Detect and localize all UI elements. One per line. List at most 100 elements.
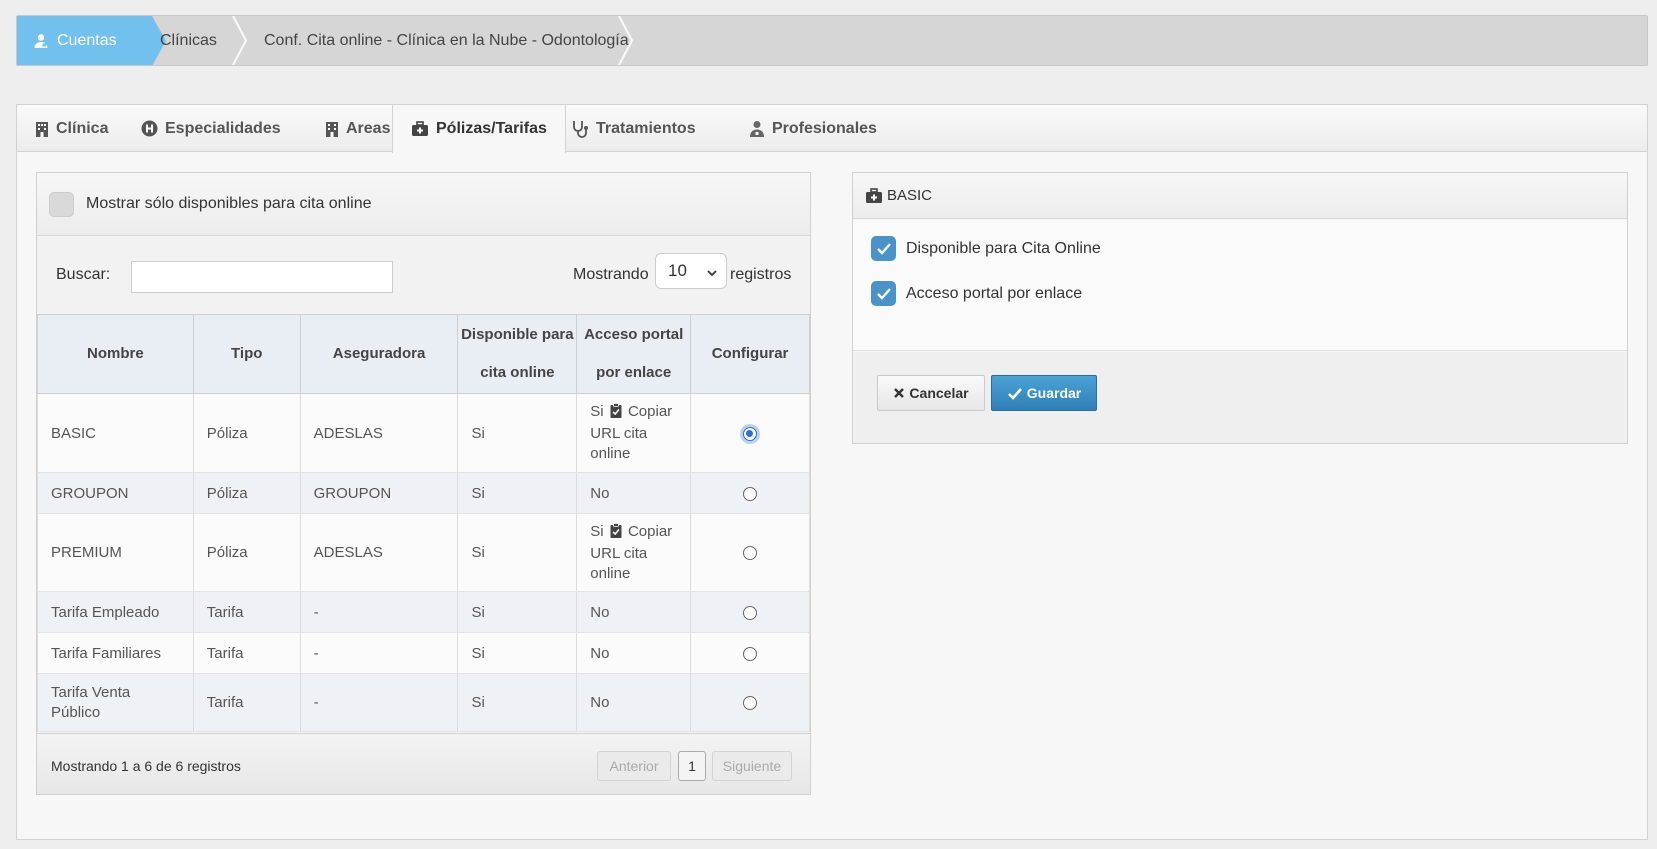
tab-label: Clínica: [56, 119, 109, 137]
cell-configurar: [690, 513, 810, 592]
table-row[interactable]: Tarifa Venta Público Tarifa - Si No: [37, 673, 810, 732]
table-footer: Mostrando 1 a 6 de 6 registros Anterior …: [37, 733, 810, 794]
online-only-checkbox[interactable]: [49, 191, 74, 217]
column-header-aseguradora[interactable]: Aseguradora: [299, 314, 459, 394]
pagination-prev-button[interactable]: Anterior: [597, 751, 671, 781]
cell-acceso: No: [576, 632, 692, 674]
check-icon: [1007, 387, 1023, 400]
available-online-checkbox[interactable]: [871, 236, 896, 261]
cancel-label: Cancelar: [909, 385, 969, 401]
cell-configurar: [690, 591, 810, 633]
configure-radio[interactable]: [743, 486, 758, 501]
cell-configurar: [690, 393, 810, 473]
column-header-nombre[interactable]: Nombre: [37, 314, 194, 394]
cell-tipo: Póliza: [192, 513, 301, 592]
cell-disponible: Si: [457, 513, 578, 592]
tab-profesionales[interactable]: Profesionales: [731, 105, 895, 152]
cell-nombre: GROUPON: [37, 472, 194, 514]
online-only-label: Mostrar sólo disponibles para cita onlin…: [86, 195, 372, 212]
pagination-next-button[interactable]: Siguiente: [712, 751, 792, 781]
search-label: Buscar:: [56, 266, 111, 283]
cell-aseguradora: -: [299, 632, 459, 674]
acceso-value: Si: [590, 522, 604, 540]
cell-aseguradora: -: [299, 673, 459, 732]
tab-bar: Clínica Especialidades Areas Pólizas/Tar…: [17, 105, 1647, 153]
breadcrumb-item-cuentas[interactable]: Cuentas: [17, 16, 152, 65]
cell-disponible: Si: [457, 472, 578, 514]
cell-nombre: Tarifa Familiares: [37, 632, 194, 674]
table-row[interactable]: BASIC Póliza ADESLAS Si Si Copiar URL ci…: [37, 393, 810, 473]
portal-access-checkbox[interactable]: [871, 281, 896, 306]
detail-body: Disponible para Cita Online Acceso porta…: [853, 220, 1627, 351]
save-button[interactable]: Guardar: [991, 375, 1097, 411]
cell-tipo: Póliza: [192, 393, 301, 473]
tab-especialidades[interactable]: Especialidades: [123, 105, 299, 152]
check-icon: [876, 242, 891, 255]
acceso-value: Si: [590, 403, 604, 420]
records-info: Mostrando 1 a 6 de 6 registros: [51, 758, 241, 774]
cell-acceso: Si Copiar URL cita online: [576, 513, 692, 592]
cell-tipo: Póliza: [192, 472, 301, 514]
cell-configurar: [690, 472, 810, 514]
breadcrumb-label: Cuentas: [57, 31, 117, 49]
breadcrumb: Cuentas Clínicas Conf. Cita online - Clí…: [16, 15, 1648, 66]
filter-bar: Mostrar sólo disponibles para cita onlin…: [37, 173, 810, 236]
chevron-down-icon: [706, 264, 718, 284]
cancel-button[interactable]: Cancelar: [877, 375, 985, 411]
stethoscope-icon: [571, 120, 589, 138]
configure-radio[interactable]: [743, 605, 758, 620]
column-header-tipo[interactable]: Tipo: [192, 314, 301, 394]
cell-configurar: [690, 673, 810, 732]
tab-tratamientos[interactable]: Tratamientos: [553, 105, 714, 152]
breadcrumb-label: Clínicas: [160, 31, 217, 49]
portal-access-row: Acceso portal por enlace: [871, 281, 1082, 306]
breadcrumb-separator: [618, 16, 634, 65]
page-size-label: Mostrando: [573, 266, 649, 283]
tab-label: Especialidades: [165, 119, 281, 137]
available-online-label: Disponible para Cita Online: [906, 239, 1101, 257]
clipboard-check-icon[interactable]: [610, 403, 622, 424]
polizas-list-panel: Mostrar sólo disponibles para cita onlin…: [36, 172, 811, 795]
cell-configurar: [690, 632, 810, 674]
column-header-disponible[interactable]: Disponible para cita online: [457, 314, 578, 394]
building-icon: [35, 121, 49, 137]
table-row[interactable]: Tarifa Empleado Tarifa - Si No: [37, 591, 810, 633]
configure-radio[interactable]: [743, 426, 758, 441]
tab-polizas-tarifas[interactable]: Pólizas/Tarifas: [392, 105, 566, 153]
medical-kit-icon: [865, 187, 883, 204]
search-input[interactable]: [131, 261, 393, 293]
table-row[interactable]: Tarifa Familiares Tarifa - Si No: [37, 632, 810, 674]
cell-nombre: Tarifa Empleado: [37, 591, 194, 633]
breadcrumb-label: Conf. Cita online - Clínica en la Nube -…: [264, 31, 629, 49]
detail-actions: Cancelar Guardar: [853, 352, 1627, 443]
configure-radio[interactable]: [743, 696, 758, 711]
poliza-detail-panel: BASIC Disponible para Cita Online Acceso…: [852, 172, 1628, 444]
tab-label: Tratamientos: [596, 119, 696, 137]
page-size-value: 10: [668, 261, 687, 280]
cell-nombre: Tarifa Venta Público: [37, 673, 194, 732]
cell-nombre: PREMIUM: [37, 513, 194, 592]
configure-radio[interactable]: [743, 646, 758, 661]
cell-acceso: No: [576, 591, 692, 633]
user-icon: [33, 33, 49, 49]
cell-tipo: Tarifa: [192, 673, 301, 732]
table-row[interactable]: PREMIUM Póliza ADESLAS Si Si Copiar URL …: [37, 513, 810, 592]
tab-clinica[interactable]: Clínica: [17, 105, 126, 152]
cell-aseguradora: ADESLAS: [299, 393, 459, 473]
table-row[interactable]: GROUPON Póliza GROUPON Si No: [37, 472, 810, 514]
column-header-acceso[interactable]: Acceso portal por enlace: [576, 314, 692, 394]
breadcrumb-item-clinicas[interactable]: Clínicas: [144, 16, 217, 65]
portal-access-label: Acceso portal por enlace: [906, 284, 1083, 302]
medical-kit-icon: [411, 121, 429, 137]
breadcrumb-separator: [232, 16, 248, 65]
column-header-configurar[interactable]: Configurar: [690, 314, 810, 394]
configure-radio[interactable]: [743, 546, 758, 561]
page-size-select[interactable]: 10: [655, 253, 727, 289]
cell-tipo: Tarifa: [192, 632, 301, 674]
pagination-page-button[interactable]: 1: [678, 751, 706, 781]
detail-header: BASIC: [853, 173, 1627, 219]
cell-nombre: BASIC: [37, 393, 194, 473]
clipboard-check-icon[interactable]: [610, 522, 622, 544]
cell-disponible: Si: [457, 632, 578, 674]
cell-aseguradora: GROUPON: [299, 472, 459, 514]
